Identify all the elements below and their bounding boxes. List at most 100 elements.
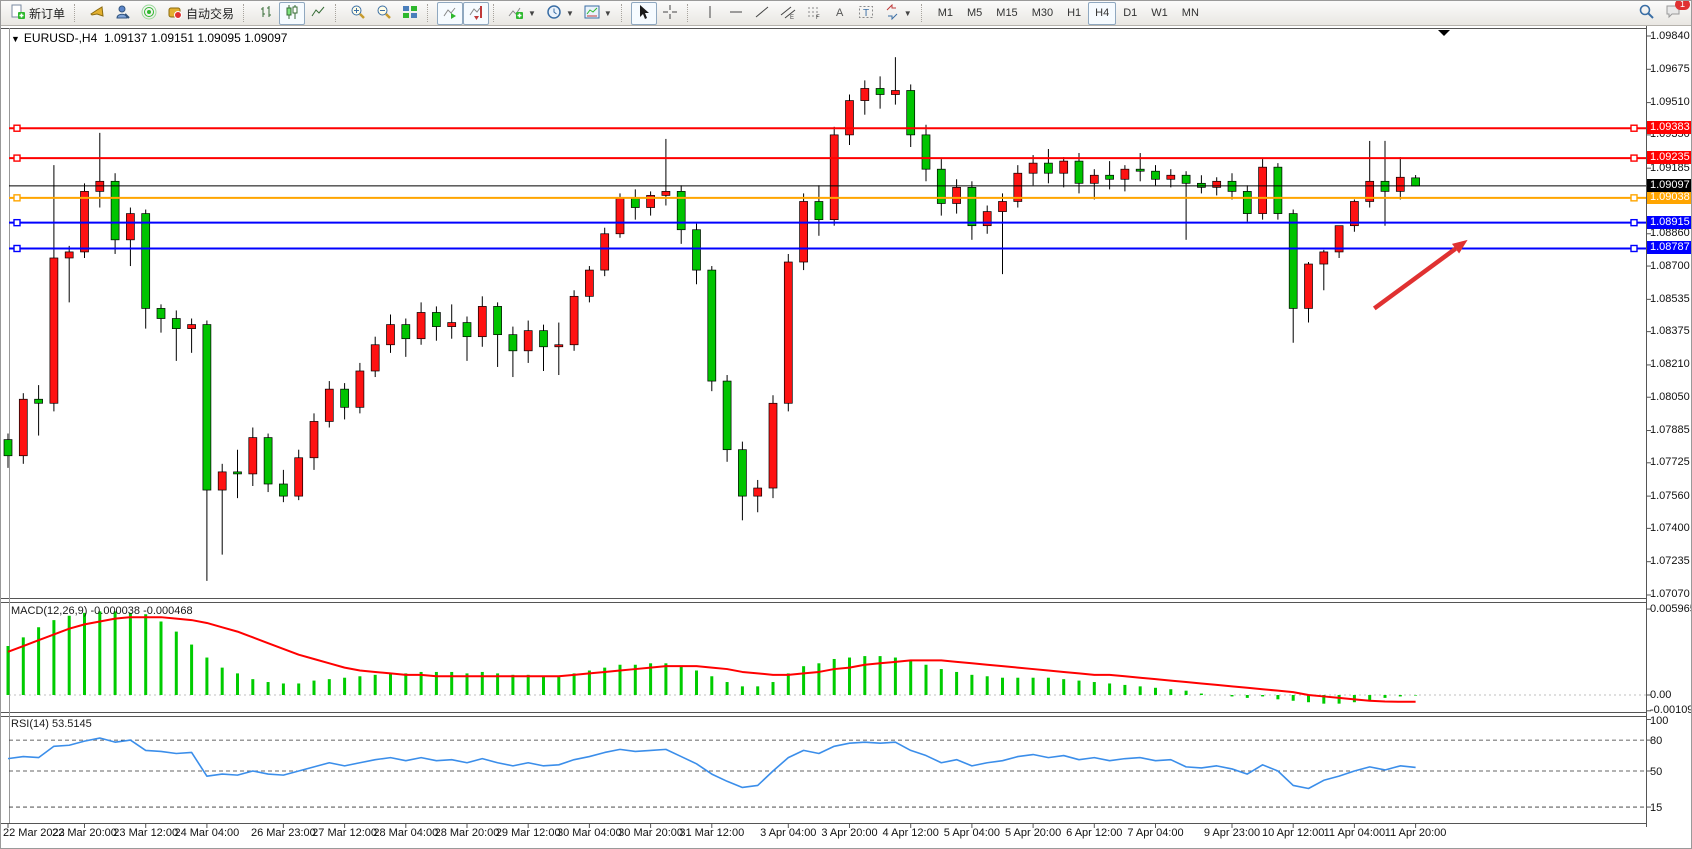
candlestick [4,440,12,456]
crosshair-button[interactable] [657,2,683,25]
time-tick-label: 3 Apr 04:00 [760,827,816,839]
line-handle[interactable] [14,220,20,226]
macd-tick-label: 0.005965 [1650,603,1692,615]
line-chart-button[interactable] [305,2,331,25]
candlestick [1152,171,1160,179]
candlestick [1044,163,1052,173]
candlestick [876,88,884,94]
profile-button[interactable] [110,2,136,25]
line-handle[interactable] [14,155,20,161]
line-handle[interactable] [14,195,20,201]
candlestick-chart-button[interactable] [279,2,305,25]
timeframe-button-m15[interactable]: M15 [989,2,1024,25]
new-order-button[interactable]: 新订单 [5,2,70,25]
candlestick [968,187,976,225]
candlestick [631,197,639,207]
timeframe-button-h1[interactable]: H1 [1060,2,1088,25]
timeframe-button-h4[interactable]: H4 [1088,2,1116,25]
notification-badge: 1 [1675,0,1690,10]
zoom-in-button[interactable] [345,2,371,25]
candlestick [417,312,425,338]
candlestick [1060,161,1068,173]
auto-trading-button[interactable]: 自动交易 [162,2,239,25]
vertical-line-button[interactable] [697,2,723,25]
price-tick-label: 1.08050 [1650,391,1690,403]
candlestick [1213,181,1221,187]
chevron-down-icon: ▼ [566,9,574,18]
candlestick [570,296,578,344]
collapse-triangle-icon[interactable]: ▼ [11,34,20,44]
timeframe-button-m1[interactable]: M1 [931,2,960,25]
bar-chart-button[interactable] [253,2,279,25]
fibonacci-button[interactable]: F [801,2,827,25]
candlestick [172,319,180,329]
candlestick [387,325,395,345]
auto-scroll-button[interactable] [437,2,463,25]
text-button[interactable]: A [827,2,853,25]
candlestick [861,88,869,100]
price-tick-label: 1.07400 [1650,522,1690,534]
templates-button[interactable]: ▼ [579,2,617,25]
price-tick-label: 1.08535 [1650,293,1690,305]
chart-shift-button[interactable] [463,2,489,25]
candlestick [830,135,838,220]
periods-button[interactable]: ▼ [541,2,579,25]
zoom-in-icon [350,4,366,23]
svg-text:E: E [790,15,794,20]
candlestick [784,262,792,403]
price-line-label: 1.08787 [1647,241,1692,254]
search-button[interactable] [1633,2,1660,25]
candlestick [616,197,624,233]
line-handle[interactable] [14,245,20,251]
timeframe-button-m30[interactable]: M30 [1025,2,1060,25]
chart-title: ▼EURUSD-,H4 1.09137 1.09151 1.09095 1.09… [11,31,287,45]
line-handle[interactable] [1631,245,1637,251]
line-handle[interactable] [14,125,20,131]
signal-button[interactable] [136,2,162,25]
candlestick [463,323,471,337]
candlestick [662,191,670,195]
candlestick [555,345,563,347]
rsi-tick-label: 100 [1650,715,1668,727]
trend-arrow[interactable] [1374,249,1455,309]
text-label-button[interactable]: T [853,2,879,25]
channel-button[interactable]: E [775,2,801,25]
signal-icon [141,4,157,23]
price-line-label: 1.09235 [1647,151,1692,164]
candlestick [35,399,43,403]
candlestick [1396,177,1404,191]
timeframe-button-w1[interactable]: W1 [1144,2,1175,25]
price-tick-label: 1.09675 [1650,63,1690,75]
cursor-button[interactable] [631,2,657,25]
line-handle[interactable] [1631,125,1637,131]
price-tick-label: 1.08700 [1650,260,1690,272]
line-handle[interactable] [1631,220,1637,226]
arrows-button[interactable]: ▼ [879,2,917,25]
time-tick-label: 5 Apr 20:00 [1005,827,1061,839]
candlestick [846,101,854,135]
chat-button[interactable]: 1 [1660,2,1687,25]
time-tick-label: 30 Mar 20:00 [618,827,683,839]
text-a-icon: A [832,4,848,23]
tile-windows-button[interactable] [397,2,423,25]
time-tick-label: 22 Mar 20:00 [52,827,117,839]
candlestick [432,312,440,326]
indicators-button[interactable]: ▼ [503,2,541,25]
chart-canvas[interactable]: ▼EURUSD-,H4 1.09137 1.09151 1.09095 1.09… [1,26,1692,849]
timeframe-button-d1[interactable]: D1 [1116,2,1144,25]
timeframe-button-mn[interactable]: MN [1175,2,1206,25]
price-tick-label: 1.07885 [1650,424,1690,436]
trendline-button[interactable] [749,2,775,25]
candlestick [264,438,272,484]
line-handle[interactable] [1631,195,1637,201]
zoom-out-button[interactable] [371,2,397,25]
horizontal-line-button[interactable] [723,2,749,25]
toolbar: 新订单 自动交易 ▼ ▼ ▼ E F A T ▼ [1,1,1691,26]
candlestick-chart-icon [284,4,300,23]
line-handle[interactable] [1631,155,1637,161]
time-tick-label: 28 Mar 04:00 [373,827,438,839]
sound-alert-button[interactable] [84,2,110,25]
timeframe-button-m5[interactable]: M5 [960,2,989,25]
separator [335,4,341,22]
candlestick [203,325,211,490]
